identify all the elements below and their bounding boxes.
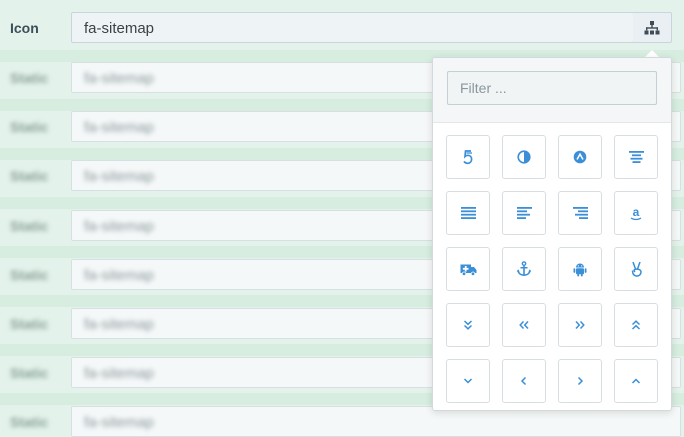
icon-option-align-justify[interactable]	[446, 191, 490, 235]
align-center-icon	[628, 151, 644, 163]
icon-picker-popover: Filter ... a	[432, 57, 672, 411]
icon-picker-toggle-button[interactable]	[633, 12, 672, 43]
icon-input-value: fa-sitemap	[84, 20, 155, 37]
icon-option-500px[interactable]	[446, 135, 490, 179]
icon-option-angle-down[interactable]	[446, 359, 490, 403]
icon-option-adjust[interactable]	[502, 135, 546, 179]
row-label: Static	[10, 119, 49, 135]
svg-text:a: a	[633, 206, 640, 219]
align-right-icon	[572, 207, 588, 219]
icon-option-anchor[interactable]	[502, 247, 546, 291]
filter-area: Filter ...	[433, 58, 671, 123]
icon-option-amazon[interactable]: a	[614, 191, 658, 235]
angle-double-left-icon	[519, 320, 529, 330]
angle-down-icon	[463, 378, 473, 384]
anchor-icon	[516, 261, 532, 277]
filter-input[interactable]: Filter ...	[447, 71, 657, 105]
icon-option-adn[interactable]	[558, 135, 602, 179]
icon-option-angle-double-down[interactable]	[446, 303, 490, 347]
icon-input[interactable]: fa-sitemap	[71, 12, 634, 43]
adjust-icon	[517, 150, 531, 164]
row-label: Static	[10, 218, 49, 234]
blurred-input-value: fa-sitemap	[84, 168, 155, 185]
row-label: Static	[10, 70, 49, 86]
ambulance-icon	[460, 264, 476, 276]
angle-double-down-icon	[463, 320, 473, 330]
angellist-icon	[631, 261, 642, 277]
blurred-input-value: fa-sitemap	[84, 267, 155, 284]
blurred-input-value: fa-sitemap	[84, 119, 155, 136]
icon-option-angle-up[interactable]	[614, 359, 658, 403]
angle-double-up-icon	[631, 320, 641, 330]
icon-option-angle-right[interactable]	[558, 359, 602, 403]
icon-option-android[interactable]	[558, 247, 602, 291]
icon-option-angle-double-right[interactable]	[558, 303, 602, 347]
amazon-icon: a	[630, 206, 642, 220]
icon-option-angellist[interactable]	[614, 247, 658, 291]
row-label: Static	[10, 414, 49, 430]
angle-double-right-icon	[575, 320, 585, 330]
angle-up-icon	[631, 378, 641, 384]
icon-option-angle-double-up[interactable]	[614, 303, 658, 347]
align-justify-icon	[460, 207, 476, 219]
row-label: Static	[10, 316, 49, 332]
icon-option-align-left[interactable]	[502, 191, 546, 235]
angle-right-icon	[577, 376, 584, 386]
icon-field-label: Icon	[10, 20, 39, 36]
adn-icon	[573, 150, 587, 164]
blurred-input-value: fa-sitemap	[84, 70, 155, 87]
blurred-input-value: fa-sitemap	[84, 365, 155, 382]
icon-option-ambulance[interactable]	[446, 247, 490, 291]
android-icon	[573, 263, 587, 276]
icon-option-angle-double-left[interactable]	[502, 303, 546, 347]
blurred-input-value: fa-sitemap	[84, 414, 155, 431]
row-label: Static	[10, 267, 49, 283]
500px-icon	[463, 150, 473, 165]
row-label: Static	[10, 365, 49, 381]
angle-left-icon	[520, 376, 527, 386]
icon-option-angle-left[interactable]	[502, 359, 546, 403]
icon-option-align-right[interactable]	[558, 191, 602, 235]
align-left-icon	[516, 207, 532, 219]
sitemap-icon	[644, 20, 660, 34]
row-label: Static	[10, 168, 49, 184]
blurred-input-value: fa-sitemap	[84, 218, 155, 235]
icon-option-align-center[interactable]	[614, 135, 658, 179]
blurred-input-value: fa-sitemap	[84, 316, 155, 333]
